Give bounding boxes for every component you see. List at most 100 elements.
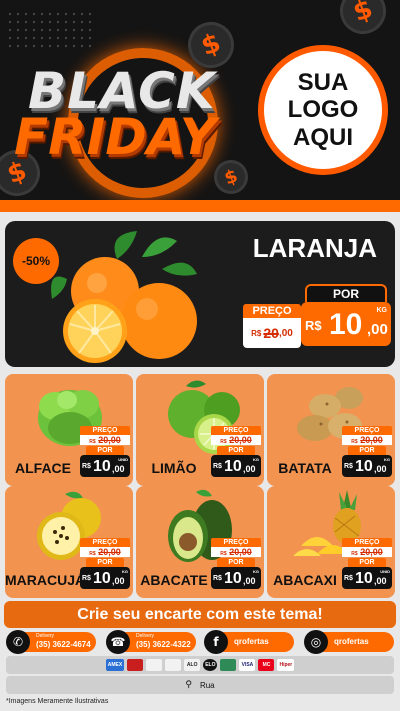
- old-price: R$ 20,00: [342, 435, 392, 445]
- new-price: R$ 10 ,00 UNID: [80, 455, 130, 477]
- new-price-cents: ,00: [374, 576, 387, 586]
- new-price-cents: ,00: [243, 576, 256, 586]
- price-unit: UNID: [118, 457, 128, 462]
- logo-text-line1: SUA: [297, 68, 349, 96]
- contact-whatsapp[interactable]: ✆ Delivery (35) 3622-4674: [6, 630, 96, 654]
- old-price: R$ 20,00: [342, 547, 392, 557]
- old-price: R$ 20 ,00: [243, 318, 301, 348]
- old-price-value: 20,00: [98, 547, 121, 557]
- old-price-value: 20: [263, 325, 279, 341]
- product-card-batata[interactable]: BATATA PREÇO R$ 20,00 POR R$ 10 ,00 KG: [267, 374, 395, 486]
- product-card-limao[interactable]: LIMÃO PREÇO R$ 20,00 POR R$ 10 ,00 KG: [136, 374, 264, 486]
- old-price-value: 20,00: [229, 547, 252, 557]
- contact-value: qrofertas: [334, 637, 369, 646]
- por-label: POR: [348, 446, 386, 455]
- product-card-abacaxi[interactable]: ABACAXI PREÇO R$ 20,00 POR R$ 10 ,00 UNI…: [267, 486, 395, 598]
- address-text: Rua: [199, 680, 215, 690]
- old-price-cents: ,00: [278, 327, 293, 339]
- contact-value: (35) 3622-4674: [36, 640, 91, 649]
- new-price-currency: R$: [305, 318, 322, 333]
- old-price-currency: R$: [220, 439, 227, 445]
- location-pin-icon: ⚲: [185, 680, 192, 690]
- preco-label: PREÇO: [80, 538, 130, 547]
- header-banner: $ $ $ $ BLACK FRIDAY SUA LOGO AQUI: [0, 0, 400, 212]
- contact-instagram[interactable]: ◎ qrofertas: [304, 630, 394, 654]
- old-price: R$ 20,00: [211, 435, 261, 445]
- logo-text-line2: LOGO: [287, 96, 359, 124]
- new-price-currency: R$: [344, 463, 353, 470]
- price-tag: PREÇO R$ 20,00 POR R$ 10 ,00 KG: [211, 538, 261, 589]
- old-price-currency: R$: [220, 551, 227, 557]
- new-price: R$ 10 ,00 KG: [80, 567, 130, 589]
- hipercard-icon: Hiper: [277, 659, 295, 671]
- orange-illustration: [51, 231, 197, 363]
- price-unit: KG: [376, 307, 388, 314]
- por-label: POR: [305, 284, 387, 302]
- contact-value: qrofertas: [234, 637, 269, 646]
- price-unit: KG: [253, 457, 259, 462]
- new-price: R$ 10 ,00 KG: [211, 567, 261, 589]
- price-tag: PREÇO R$ 20,00 POR R$ 10 ,00 UNID: [80, 426, 130, 477]
- product-card-alface[interactable]: ALFACE PREÇO R$ 20,00 POR R$ 10 ,00 UNID: [5, 374, 133, 486]
- new-price: R$ 10 ,00 KG: [211, 455, 261, 477]
- new-price-value: 10: [355, 570, 373, 587]
- old-price: R$ 20,00: [80, 547, 130, 557]
- price-tag: PREÇO R$ 20,00 POR R$ 10 ,00 KG: [211, 426, 261, 477]
- cta-banner[interactable]: Crie seu encarte com este tema!: [4, 601, 396, 628]
- new-price-value: 10: [329, 308, 363, 341]
- por-label: POR: [348, 558, 386, 567]
- preco-label: PREÇO: [211, 538, 261, 547]
- new-price-currency: R$: [344, 575, 353, 582]
- elo-icon: ELO: [203, 659, 218, 671]
- address-bar: ⚲ Rua: [6, 676, 394, 694]
- price-tag: PREÇO R$ 20,00 POR R$ 10 ,00 KG: [342, 426, 392, 477]
- card-icon: [165, 659, 182, 671]
- old-price: R$ 20,00: [80, 435, 130, 445]
- por-label: POR: [86, 558, 124, 567]
- old-price-currency: R$: [89, 439, 96, 445]
- new-price-cents: ,00: [112, 576, 125, 586]
- logo-text-line3: AQUI: [293, 123, 353, 151]
- product-card-abacate[interactable]: ABACATE PREÇO R$ 20,00 POR R$ 10 ,00 KG: [136, 486, 264, 598]
- price-tag: PREÇO R$ 20,00 POR R$ 10 ,00 KG: [80, 538, 130, 589]
- new-price-currency: R$: [82, 463, 91, 470]
- contact-label: Delivery: [36, 633, 55, 639]
- price-tag: PREÇO R$ 20,00 POR R$ 10 ,00 UNID: [342, 538, 392, 589]
- price-unit: KG: [122, 569, 128, 574]
- old-price: R$ 20,00: [211, 547, 261, 557]
- logo-placeholder[interactable]: SUA LOGO AQUI: [258, 45, 388, 175]
- black-friday-title-line2: FRIDAY: [14, 108, 216, 166]
- new-price-currency: R$: [213, 463, 222, 470]
- old-price-value: 20,00: [360, 435, 383, 445]
- card-icon: [146, 659, 163, 671]
- coin-icon: $: [333, 0, 393, 41]
- discount-badge: -50%: [13, 238, 59, 284]
- price-unit: KG: [384, 457, 390, 462]
- old-price-value: 20,00: [229, 435, 252, 445]
- contact-facebook[interactable]: f qrofertas: [204, 630, 294, 654]
- amex-icon: AMEX: [105, 659, 125, 671]
- featured-product-card[interactable]: -50% LARANJA PREÇO R$ 20 ,00 POR R$ 10 ,…: [5, 221, 395, 367]
- new-price-value: 10: [93, 570, 111, 587]
- product-name: BATATA: [278, 460, 332, 476]
- card-icon: [220, 659, 237, 671]
- new-price-cents: ,00: [367, 321, 388, 338]
- card-icon: ALO: [184, 659, 201, 671]
- old-price-currency: R$: [89, 551, 96, 557]
- dot-pattern: [6, 10, 96, 50]
- por-label: POR: [217, 558, 255, 567]
- preco-label: PREÇO: [211, 426, 261, 435]
- contact-phone[interactable]: ☎ Delivery (35) 3622-4322: [106, 630, 196, 654]
- new-price-cents: ,00: [112, 464, 125, 474]
- card-icon: [127, 659, 144, 671]
- preco-label: PREÇO: [243, 304, 301, 318]
- new-price-cents: ,00: [374, 464, 387, 474]
- product-name: MARACUJÁ: [5, 572, 86, 588]
- old-price-currency: R$: [351, 551, 358, 557]
- old-price-value: 20,00: [98, 435, 121, 445]
- price-unit: UNID: [380, 569, 390, 574]
- new-price-value: 10: [93, 458, 111, 475]
- contact-value: (35) 3622-4322: [136, 640, 191, 649]
- product-card-maracuja[interactable]: MARACUJÁ PREÇO R$ 20,00 POR R$ 10 ,00 KG: [5, 486, 133, 598]
- por-label: POR: [86, 446, 124, 455]
